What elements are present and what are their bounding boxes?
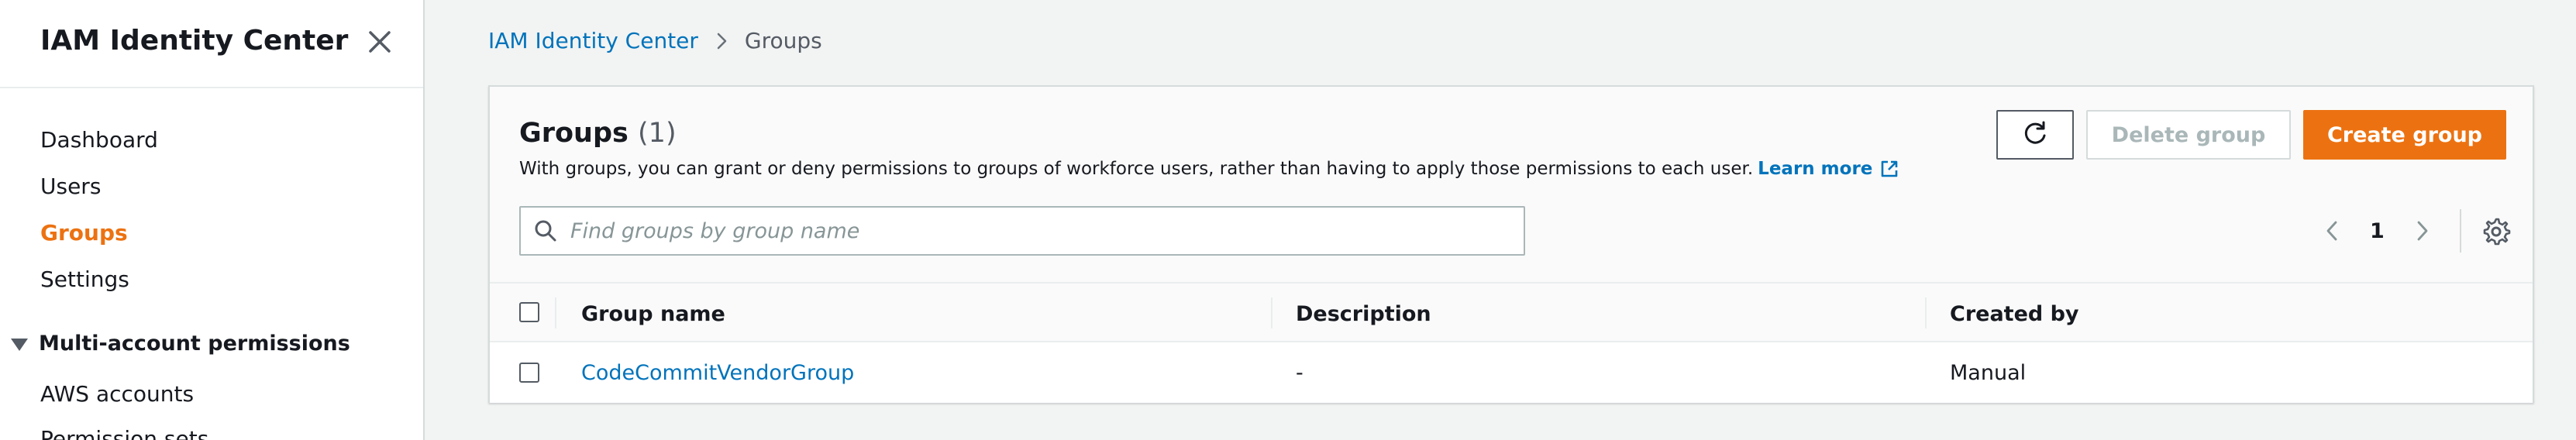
gear-icon[interactable] — [2481, 217, 2511, 246]
group-description: - — [1296, 361, 1303, 385]
chevron-left-icon[interactable] — [2319, 217, 2347, 245]
column-header-created-by[interactable]: Created by — [1950, 302, 2079, 326]
panel-title-text: Groups — [519, 118, 629, 149]
search-input[interactable] — [570, 218, 1500, 243]
pagination: 1 — [2319, 211, 2436, 251]
panel-description-text: With groups, you can grant or deny permi… — [519, 159, 1754, 179]
delete-group-button[interactable]: Delete group — [2086, 110, 2291, 160]
table-row: CodeCommitVendorGroup - Manual — [490, 342, 2533, 403]
column-divider — [555, 297, 556, 328]
sidebar-item-users[interactable]: Users — [40, 174, 101, 199]
sidebar: IAM Identity Center Dashboard Users Grou… — [0, 0, 425, 440]
sidebar-header: IAM Identity Center — [0, 0, 423, 88]
row-checkbox[interactable] — [519, 363, 539, 383]
sidebar-item-settings[interactable]: Settings — [40, 266, 129, 292]
groups-panel: Groups (1) With groups, you can grant or… — [488, 85, 2534, 403]
column-divider — [1271, 297, 1273, 328]
column-divider — [1925, 297, 1927, 328]
sidebar-section-label: Multi-account permissions — [39, 332, 350, 356]
chevron-right-icon — [717, 33, 727, 49]
sidebar-item-dashboard[interactable]: Dashboard — [40, 127, 158, 153]
breadcrumb-root-link[interactable]: IAM Identity Center — [488, 28, 698, 53]
chevron-right-icon[interactable] — [2408, 217, 2436, 245]
page-number[interactable]: 1 — [2370, 219, 2385, 243]
sidebar-item-aws-accounts[interactable]: AWS accounts — [40, 381, 194, 407]
group-created-by: Manual — [1950, 361, 2027, 385]
external-link-icon — [1882, 160, 1898, 177]
column-header-group-name[interactable]: Group name — [581, 302, 725, 326]
panel-description: With groups, you can grant or deny permi… — [519, 158, 1900, 180]
breadcrumb: IAM Identity Center Groups — [488, 28, 822, 53]
select-all-checkbox[interactable] — [519, 302, 539, 322]
group-name-link[interactable]: CodeCommitVendorGroup — [581, 361, 854, 385]
search-box — [519, 206, 1525, 256]
sidebar-title: IAM Identity Center — [40, 25, 349, 57]
learn-more-link[interactable]: Learn more — [1758, 158, 1900, 180]
learn-more-label: Learn more — [1758, 159, 1873, 179]
create-group-button[interactable]: Create group — [2303, 110, 2506, 160]
sidebar-section-multi-account[interactable]: Multi-account permissions — [11, 332, 350, 356]
page-title: Groups (1) — [519, 118, 677, 149]
breadcrumb-current: Groups — [744, 28, 822, 53]
divider — [2460, 209, 2461, 253]
refresh-icon — [2024, 121, 2046, 144]
caret-down-icon — [11, 338, 28, 351]
group-count: (1) — [638, 118, 677, 149]
table-header: Group name Description Created by — [490, 282, 2533, 342]
close-icon[interactable] — [364, 26, 395, 57]
search-icon — [535, 220, 556, 242]
column-header-description[interactable]: Description — [1296, 302, 1431, 326]
sidebar-item-permission-sets[interactable]: Permission sets — [40, 426, 208, 440]
refresh-button[interactable] — [1996, 110, 2074, 160]
sidebar-item-groups[interactable]: Groups — [40, 220, 128, 246]
